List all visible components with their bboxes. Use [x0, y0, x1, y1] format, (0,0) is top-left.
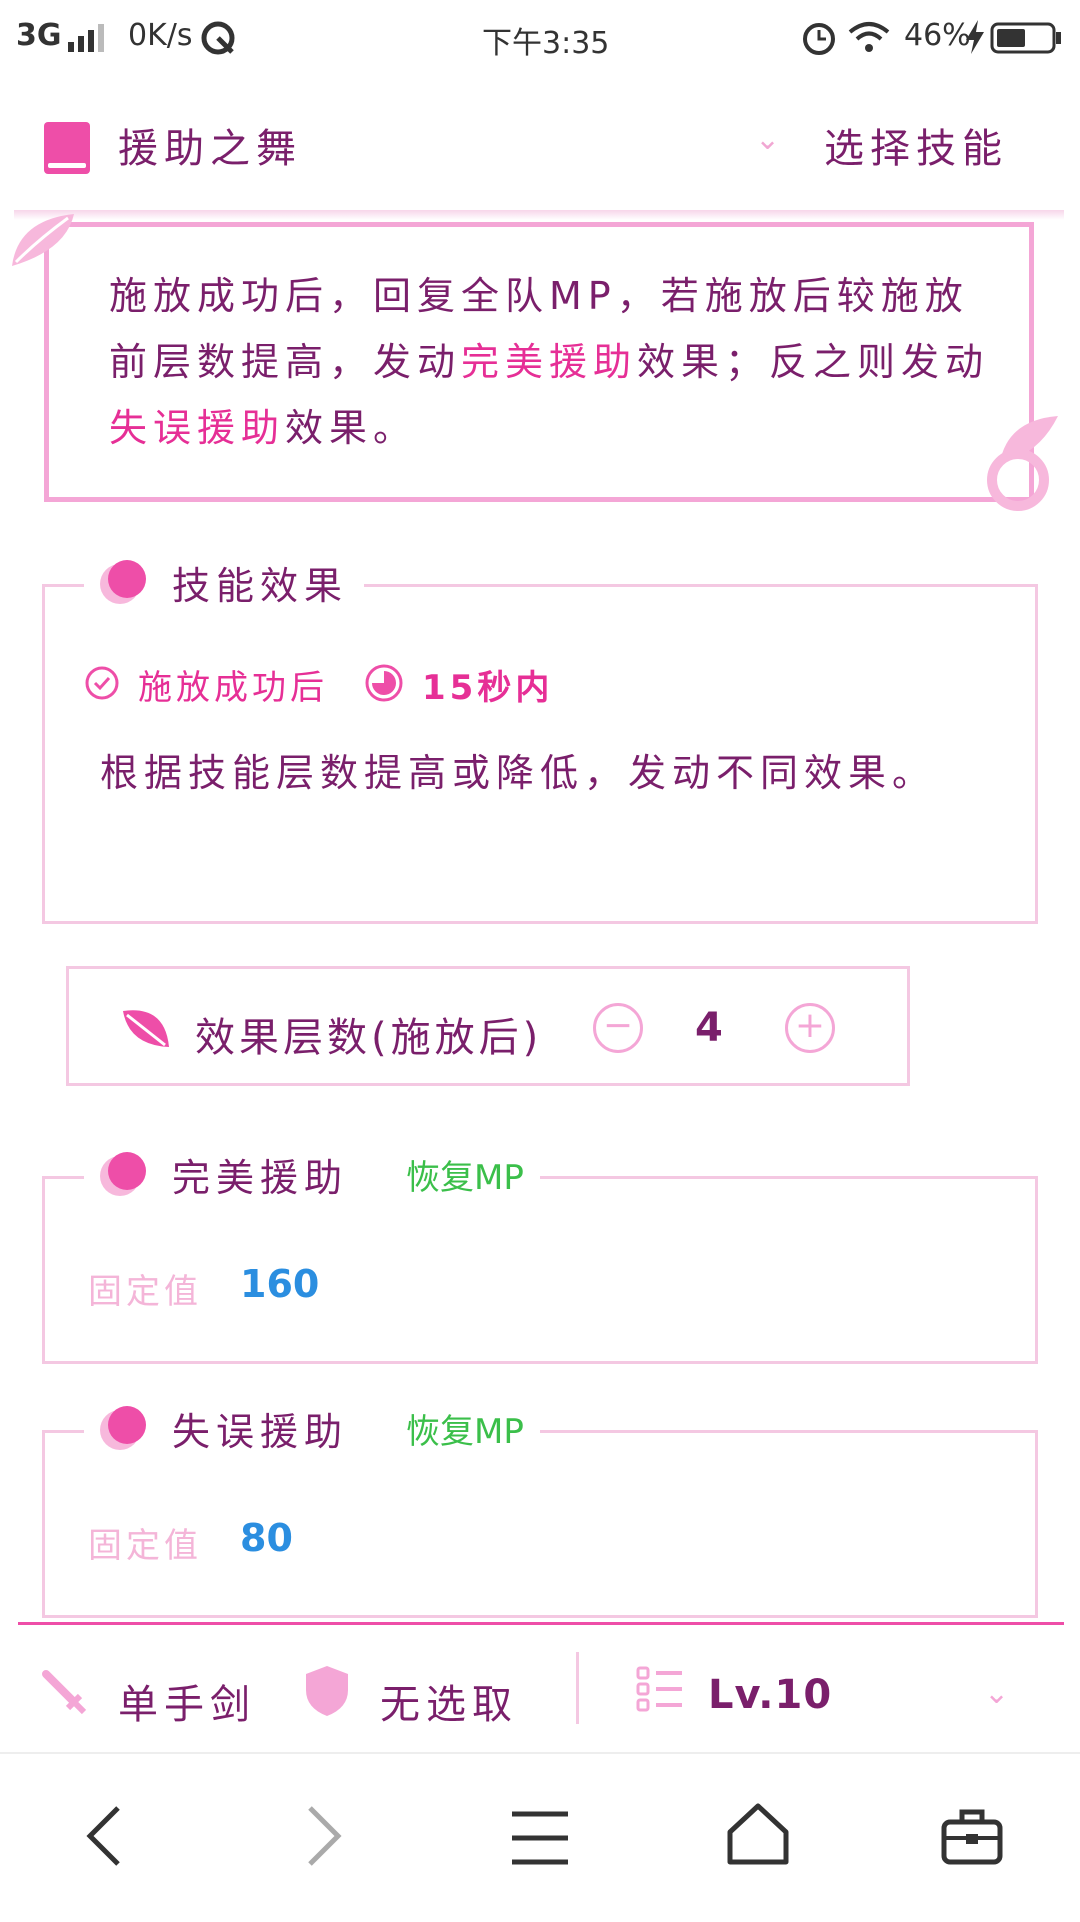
skill-effect-header: 技能效果 [84, 552, 365, 612]
fixed-value: 160 [240, 1262, 320, 1306]
battery-icon [990, 22, 1062, 62]
home-icon[interactable] [726, 1802, 790, 1870]
toolbox-icon[interactable] [940, 1806, 1004, 1870]
perfect-assist-link: 完美援助 [461, 340, 638, 384]
recover-mp-tag: 恢复MP [406, 1411, 524, 1452]
filter-divider [18, 1622, 1064, 1625]
duration-label: 15秒内 [422, 668, 554, 708]
bullet-icon [100, 1406, 146, 1450]
decrement-button[interactable]: − [593, 1003, 643, 1053]
list-icon [636, 1666, 684, 1716]
recover-mp-tag: 恢复MP [406, 1157, 524, 1198]
perfect-assist-header: 完美援助 恢复MP [84, 1144, 540, 1204]
filter-bar: 单手剑 无选取 Lv.10 ⌄ [0, 1622, 1080, 1752]
condition-label: 施放成功后 [138, 668, 328, 708]
book-icon [44, 122, 90, 174]
leaf-decoration-icon [987, 416, 1058, 511]
select-skill-button[interactable]: 选择技能 [824, 116, 1008, 174]
fixed-value-label: 固定值 [88, 1272, 202, 1312]
stepper-label: 效果层数(施放后) [195, 1015, 543, 1061]
network-type: 3G [16, 18, 62, 53]
increment-button[interactable]: + [785, 1003, 835, 1053]
header-divider [14, 210, 1064, 220]
fixed-value: 80 [240, 1516, 293, 1560]
section-title: 完美援助 [172, 1155, 349, 1200]
failed-assist-header: 失误援助 恢复MP [84, 1398, 540, 1458]
chevron-down-icon[interactable]: ⌄ [755, 122, 780, 157]
signal-icon [68, 24, 114, 60]
bullet-icon [100, 1152, 146, 1196]
battery-percent: 46% [904, 18, 971, 53]
browser-nav-bar [0, 1752, 1080, 1922]
leaf-decoration-icon [12, 214, 74, 266]
shield-filter[interactable]: 无选取 [380, 1672, 518, 1730]
effect-stack-stepper: 效果层数(施放后) − 4 + [66, 966, 910, 1086]
app-notification-icon [200, 20, 236, 64]
failed-assist-link: 失误援助 [109, 406, 286, 450]
effect-conditions: 施放成功后 15秒内 [84, 660, 553, 709]
effect-text: 根据技能层数提高或降低，发动不同效果。 [100, 751, 937, 795]
back-icon[interactable] [84, 1804, 124, 1872]
bullet-icon [100, 560, 146, 604]
description-text: 施放成功后，回复全队MP，若施放后较施放前层数提高，发动完美援助效果；反之则发动… [109, 274, 990, 450]
stepper-value: 4 [695, 1005, 723, 1051]
skill-description: 施放成功后，回复全队MP，若施放后较施放前层数提高，发动完美援助效果；反之则发动… [44, 222, 1034, 502]
app-header: 援助之舞 ⌄ 选择技能 [0, 80, 1080, 220]
status-bar: 3G 0K/s 下午3:35 46% [0, 0, 1080, 78]
forward-icon[interactable] [304, 1804, 344, 1872]
level-filter[interactable]: Lv.10 [708, 1672, 832, 1718]
menu-icon[interactable] [510, 1810, 570, 1870]
clock: 下午3:35 [482, 26, 610, 61]
shield-icon [304, 1664, 350, 1722]
leaf-icon [119, 1005, 173, 1055]
charging-icon [966, 20, 984, 62]
weapon-filter[interactable]: 单手剑 [118, 1672, 256, 1730]
fixed-value-label: 固定值 [88, 1526, 202, 1566]
filter-separator [576, 1652, 579, 1724]
section-title: 技能效果 [172, 563, 349, 608]
net-speed: 0K/s [128, 18, 193, 53]
sword-icon [40, 1668, 88, 1720]
timer-icon [364, 663, 404, 707]
check-circle-icon [84, 665, 120, 705]
alarm-icon [800, 18, 838, 64]
wifi-icon [848, 20, 890, 62]
chevron-down-icon[interactable]: ⌄ [984, 1676, 1009, 1711]
page-title: 援助之舞 [118, 126, 302, 172]
section-title: 失误援助 [172, 1409, 349, 1454]
